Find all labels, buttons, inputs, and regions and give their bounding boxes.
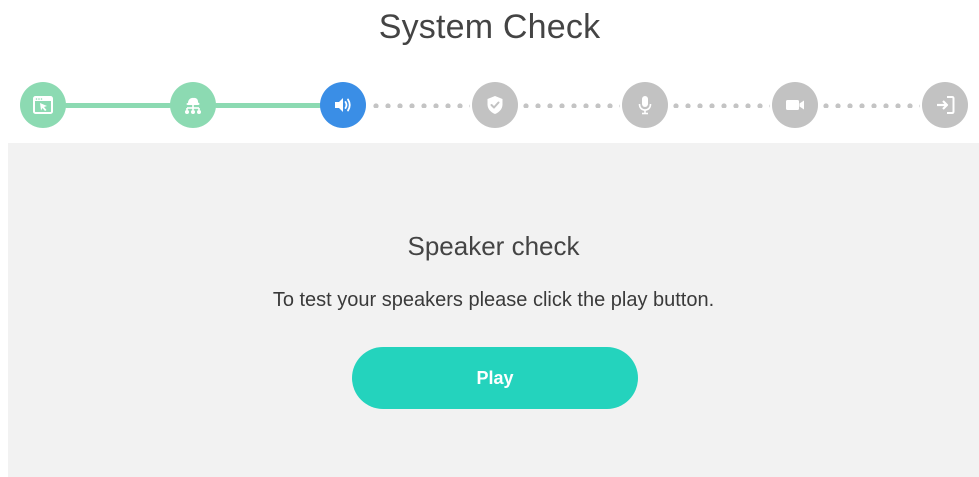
system-check-page: System Check Speaker check To test your …: [0, 0, 979, 477]
connector-pending: [518, 103, 620, 108]
network-icon: [185, 97, 201, 114]
instructions-text: To test your speakers please click the p…: [272, 289, 715, 311]
microphone-icon: [638, 96, 652, 115]
shield-check-icon: [487, 96, 503, 114]
page-title: System Check: [378, 8, 601, 46]
connector-done: [64, 103, 172, 108]
speaker-check-panel: Speaker check To test your speakers plea…: [8, 143, 979, 477]
step-network: [170, 82, 216, 128]
connector-pending: [368, 103, 470, 108]
step-camera: [772, 82, 818, 128]
step-security: [472, 82, 518, 128]
connector-pending: [818, 103, 920, 108]
sign-in-icon: [937, 96, 955, 114]
connector-pending: [668, 103, 770, 108]
play-button[interactable]: Play: [352, 347, 638, 409]
step-browser: [20, 82, 66, 128]
section-heading: Speaker check: [407, 231, 580, 261]
speaker-icon: [335, 98, 351, 112]
step-speaker: [320, 82, 366, 128]
step-enter: [922, 82, 968, 128]
browser-cursor-icon: [33, 96, 53, 114]
connector-done: [214, 103, 322, 108]
video-camera-icon: [786, 100, 804, 110]
step-microphone: [622, 82, 668, 128]
progress-stepper: [0, 80, 979, 132]
